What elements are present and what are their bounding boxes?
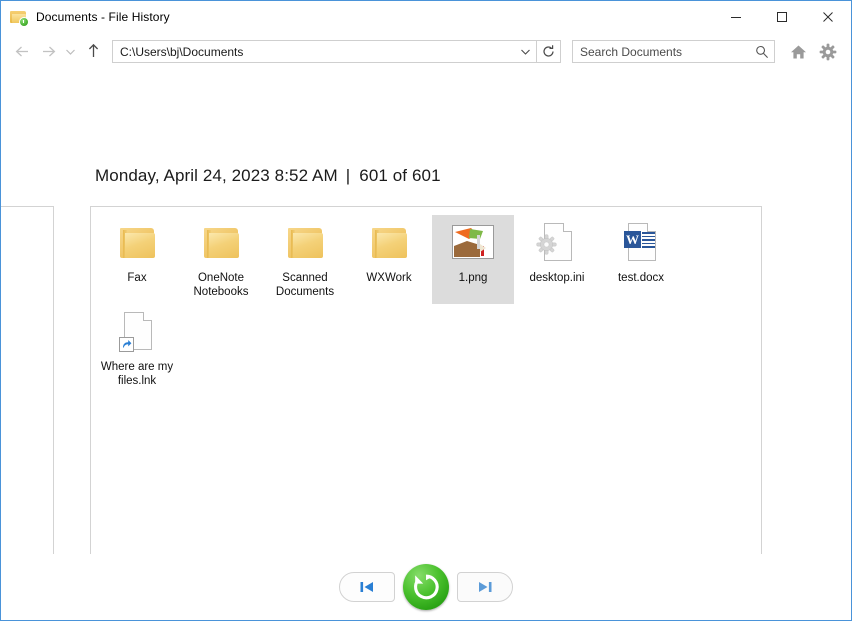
title-bar: Documents - File History [1, 1, 851, 33]
file-item-where-are-my-files-lnk[interactable]: Where are my files.lnk [96, 304, 178, 393]
file-list-panel: Fax OneNote Notebooks Scanned Documents [90, 206, 762, 554]
refresh-button[interactable] [537, 40, 561, 63]
arrow-right-icon [40, 44, 57, 59]
content-area: Monday, April 24, 2023 8:52 AM|601 of 60… [1, 70, 851, 554]
chevron-down-icon [520, 48, 531, 56]
file-item-wxwork[interactable]: WXWork [348, 215, 430, 304]
skip-previous-icon [358, 580, 376, 594]
up-button[interactable] [79, 39, 107, 65]
file-label: test.docx [618, 272, 664, 286]
version-header: Monday, April 24, 2023 8:52 AM|601 of 60… [95, 166, 441, 186]
recent-locations-button[interactable] [61, 39, 79, 65]
file-item-1-png[interactable]: 1.png [432, 215, 514, 304]
arrow-left-icon [14, 44, 31, 59]
word-file-icon: W [617, 219, 665, 267]
previous-version-button[interactable] [339, 572, 395, 602]
ini-file-icon [533, 219, 581, 267]
next-version-button[interactable] [457, 572, 513, 602]
file-label: desktop.ini [530, 272, 585, 286]
folder-icon [365, 219, 413, 267]
word-w-glyph: W [624, 231, 641, 248]
file-item-desktop-ini[interactable]: desktop.ini [516, 215, 598, 304]
maximize-button[interactable] [759, 1, 805, 33]
restore-button[interactable] [403, 564, 449, 610]
folder-icon [281, 219, 329, 267]
previous-version-peek-panel[interactable] [1, 206, 54, 554]
file-label: Scanned Documents [265, 272, 345, 299]
settings-button[interactable] [814, 39, 842, 65]
folder-icon [197, 219, 245, 267]
file-grid: Fax OneNote Notebooks Scanned Documents [91, 207, 761, 554]
file-label: 1.png [459, 272, 488, 286]
file-label: WXWork [366, 272, 411, 286]
close-button[interactable] [805, 1, 851, 33]
navigation-bar: C:\Users\bj\Documents Search Documents [1, 33, 851, 70]
png-preview [453, 226, 493, 258]
close-icon [822, 11, 834, 23]
gear-icon [819, 43, 837, 61]
forward-button[interactable] [35, 39, 61, 65]
address-bar[interactable]: C:\Users\bj\Documents [112, 40, 537, 63]
folder-icon [113, 219, 161, 267]
word-text-lines [642, 232, 655, 246]
refresh-icon [541, 44, 556, 59]
folder-history-icon [10, 8, 28, 26]
file-history-window: Documents - File History [0, 0, 852, 621]
home-icon [790, 44, 807, 60]
address-dropdown-button[interactable] [514, 41, 536, 62]
file-label: OneNote Notebooks [181, 272, 261, 299]
home-button[interactable] [784, 39, 812, 65]
file-item-test-docx[interactable]: W test.docx [600, 215, 682, 304]
shortcut-arrow-icon [119, 337, 134, 352]
skip-next-icon [476, 580, 494, 594]
file-label: Where are my files.lnk [97, 361, 177, 388]
version-separator: | [338, 166, 360, 185]
maximize-icon [776, 11, 788, 23]
chevron-down-icon [65, 48, 76, 56]
version-counter: 601 of 601 [359, 166, 440, 185]
arrow-up-icon [86, 43, 101, 60]
back-button[interactable] [9, 39, 35, 65]
window-controls [713, 1, 851, 33]
file-item-scanned-documents[interactable]: Scanned Documents [264, 215, 346, 304]
minimize-icon [730, 11, 742, 23]
restore-circular-arrow-icon [411, 572, 441, 602]
address-input[interactable]: C:\Users\bj\Documents [113, 45, 514, 59]
version-timestamp: Monday, April 24, 2023 8:52 AM [95, 166, 338, 185]
gear-icon [536, 234, 557, 255]
version-controls-bar [1, 554, 851, 620]
file-label: Fax [127, 272, 146, 286]
file-item-onenote-notebooks[interactable]: OneNote Notebooks [180, 215, 262, 304]
shortcut-file-icon [113, 308, 161, 356]
magnifier-icon [755, 45, 769, 59]
search-icon [750, 41, 774, 62]
minimize-button[interactable] [713, 1, 759, 33]
version-controls [339, 564, 513, 610]
image-thumbnail-icon [449, 219, 497, 267]
file-item-fax[interactable]: Fax [96, 215, 178, 304]
window-title: Documents - File History [36, 10, 170, 24]
search-input[interactable]: Search Documents [573, 45, 750, 59]
search-box[interactable]: Search Documents [572, 40, 775, 63]
